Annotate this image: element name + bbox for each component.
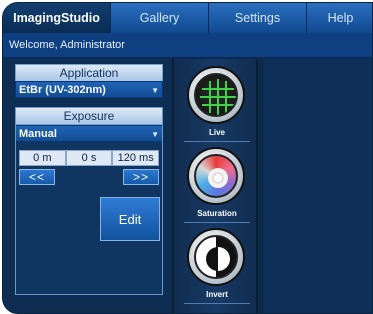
application-section: Application EtBr (UV-302nm) ▼ [15,64,163,98]
chevron-down-icon: ▼ [151,86,159,95]
exposure-time: 0 m 0 s 120 ms [19,150,160,166]
grid-icon [194,73,238,117]
invert-tool[interactable]: Invert [174,228,260,310]
exposure-header: Exposure [16,108,162,125]
chevron-down-icon: ▼ [151,130,159,139]
live-tool[interactable]: Live [174,66,260,148]
exposure-minutes[interactable]: 0 m [19,150,66,166]
tab-settings[interactable]: Settings [208,3,306,33]
exposure-mode-select[interactable]: Manual ▼ [16,125,162,142]
exposure-section: Exposure Manual ▼ 0 m 0 s 120 ms << >> E… [15,107,163,295]
image-view-area [262,59,372,313]
live-button[interactable] [187,66,245,124]
divider [184,303,250,304]
saturation-label: Saturation [197,209,237,218]
tab-help[interactable]: Help [306,3,372,33]
application-header: Application [15,64,163,81]
application-value: EtBr (UV-302nm) [19,83,106,96]
color-wheel-icon [194,154,238,198]
increase-exposure-button[interactable]: >> [123,169,159,185]
decrease-exposure-button[interactable]: << [19,169,55,185]
exposure-step-controls: << >> [19,169,159,185]
tab-imagingstudio[interactable]: ImagingStudio [3,3,110,33]
exposure-mode-value: Manual [19,127,57,140]
invert-button[interactable] [187,228,245,286]
divider [184,222,250,223]
exposure-seconds[interactable]: 0 s [65,150,113,166]
application-select[interactable]: EtBr (UV-302nm) ▼ [15,81,163,98]
app-window: ImagingStudio Gallery Settings Help Welc… [2,2,373,314]
top-navigation: ImagingStudio Gallery Settings Help [3,3,372,33]
divider [184,141,250,142]
tools-column: Live Saturation Invert [172,59,260,313]
invert-label: Invert [206,290,228,299]
welcome-message: Welcome, Administrator [3,33,372,59]
saturation-tool[interactable]: Saturation [174,147,260,229]
saturation-button[interactable] [187,147,245,205]
invert-icon [194,235,238,279]
exposure-milliseconds[interactable]: 120 ms [112,150,160,166]
live-label: Live [208,128,225,137]
control-panel: Application EtBr (UV-302nm) ▼ Exposure M… [3,59,171,313]
tab-gallery[interactable]: Gallery [110,3,208,33]
edit-button[interactable]: Edit [100,197,160,241]
